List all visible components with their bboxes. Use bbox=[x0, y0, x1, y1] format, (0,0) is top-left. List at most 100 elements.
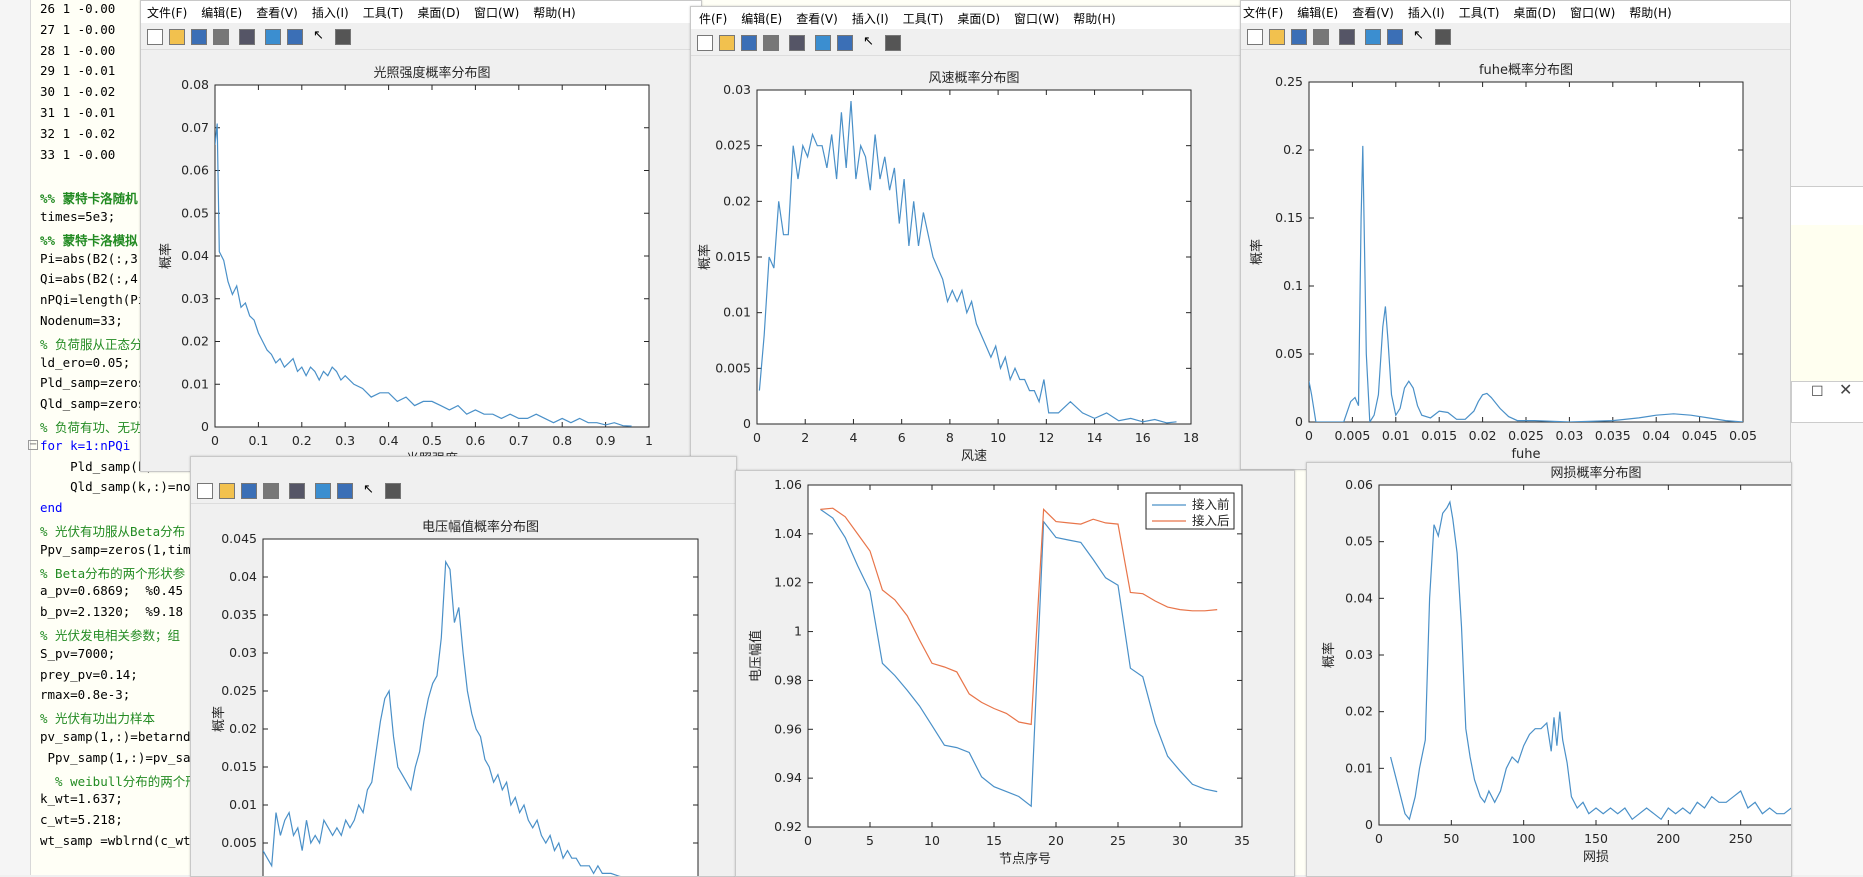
close-icon[interactable]: ✕ bbox=[1839, 380, 1852, 399]
new-file-icon[interactable] bbox=[147, 29, 163, 45]
print-icon[interactable] bbox=[213, 29, 229, 45]
y-tick-label: 0.02 bbox=[1345, 704, 1373, 719]
layout-icon[interactable] bbox=[337, 483, 353, 499]
menu-item[interactable]: 查看(V) bbox=[1352, 4, 1394, 21]
open-folder-icon[interactable] bbox=[169, 29, 185, 45]
new-file-icon[interactable] bbox=[197, 483, 213, 499]
print-icon[interactable] bbox=[763, 35, 779, 51]
figure-window-load[interactable]: 文件(F) 编辑(E) 查看(V) 插入(I) 工具(T) 桌面(D) 窗口(W) 帮助(H)… bbox=[1240, 0, 1792, 470]
y-tick-label: 1 bbox=[794, 624, 802, 639]
plot-area bbox=[1378, 484, 1791, 826]
x-tick-label: 200 bbox=[1656, 831, 1680, 846]
save-icon[interactable] bbox=[241, 483, 257, 499]
figure-window-light[interactable]: 文件(F) 编辑(E) 查看(V) 插入(I) 工具(T) 桌面(D) 窗口(W) 帮助(H)… bbox=[140, 0, 702, 472]
maximize-icon[interactable]: ☐ bbox=[1811, 384, 1824, 400]
open-folder-icon[interactable] bbox=[1269, 29, 1285, 45]
y-axis-label: 概率 bbox=[1321, 642, 1337, 668]
code-line: b_pv=2.1320; %9.18 bbox=[40, 604, 183, 620]
x-tick-label: 100 bbox=[1512, 831, 1536, 846]
menu-item[interactable]: 编辑(E) bbox=[201, 4, 242, 21]
print-preview-icon[interactable] bbox=[289, 483, 305, 499]
menu-item[interactable]: 插入(I) bbox=[852, 10, 889, 27]
menu-item[interactable]: 帮助(H) bbox=[1629, 4, 1671, 21]
y-tick-label: 0.04 bbox=[229, 569, 257, 584]
open-folder-icon[interactable] bbox=[719, 35, 735, 51]
menu-item[interactable]: 文件(F) bbox=[147, 4, 187, 21]
figure-window-loss[interactable]: 0 0.01 0.02 0.03 0.04 0.05 0.06 0 50 100 150 200 250… bbox=[1306, 462, 1792, 877]
cursor-icon[interactable]: ↖ bbox=[363, 483, 377, 497]
x-tick-label: 0.9 bbox=[596, 433, 616, 448]
print-icon[interactable] bbox=[263, 483, 279, 499]
code-line: S_pv=7000; bbox=[40, 645, 116, 661]
menu-item[interactable]: 窗口(W) bbox=[1570, 4, 1615, 21]
property-editor-icon[interactable] bbox=[1435, 29, 1451, 45]
plot-area bbox=[214, 84, 650, 428]
x-tick-label: 0.4 bbox=[379, 433, 399, 448]
open-folder-icon[interactable] bbox=[219, 483, 235, 499]
save-icon[interactable] bbox=[191, 29, 207, 45]
menu-item[interactable]: 件(F) bbox=[699, 10, 727, 27]
print-preview-icon[interactable] bbox=[1339, 29, 1355, 45]
link-icon[interactable] bbox=[815, 35, 831, 51]
property-editor-icon[interactable] bbox=[335, 29, 351, 45]
menu-item[interactable]: 窗口(W) bbox=[474, 4, 519, 21]
layout-icon[interactable] bbox=[837, 35, 853, 51]
new-file-icon[interactable] bbox=[1247, 29, 1263, 45]
menu-item[interactable]: 窗口(W) bbox=[1014, 10, 1059, 27]
cursor-icon[interactable]: ↖ bbox=[1413, 29, 1427, 43]
link-icon[interactable] bbox=[315, 483, 331, 499]
x-tick-label: 0.045 bbox=[1682, 428, 1718, 443]
layout-icon[interactable] bbox=[287, 29, 303, 45]
menu-item[interactable]: 桌面(D) bbox=[957, 10, 1000, 27]
property-editor-icon[interactable] bbox=[385, 483, 401, 499]
y-tick-label: 0.05 bbox=[1345, 534, 1373, 549]
y-tick-label: 0.02 bbox=[229, 721, 257, 736]
menu-item[interactable]: 桌面(D) bbox=[1513, 4, 1556, 21]
x-tick-label: 18 bbox=[1183, 430, 1199, 445]
code-line: 31 1 -0.01 bbox=[40, 105, 116, 120]
x-tick-label: 0.01 bbox=[1382, 428, 1410, 443]
chart-title: fuhe概率分布图 bbox=[1479, 62, 1573, 78]
new-file-icon[interactable] bbox=[697, 35, 713, 51]
y-tick-label: 0.03 bbox=[181, 291, 209, 306]
menu-item[interactable]: 帮助(H) bbox=[533, 4, 575, 21]
figure-window-voltage[interactable]: ↖ 0.005 0.01 0.015 0.02 0.025 0.03 0.035 0.04 0.… bbox=[190, 456, 737, 877]
x-tick-label: 0.2 bbox=[292, 433, 312, 448]
figure-window-wind[interactable]: 件(F) 编辑(E) 查看(V) 插入(I) 工具(T) 桌面(D) 窗口(W) 帮助(H) … bbox=[690, 6, 1244, 474]
code-line: times=5e3; bbox=[40, 209, 116, 224]
code-line: Qi=abs(B2(:,4) bbox=[40, 271, 146, 287]
print-preview-icon[interactable] bbox=[789, 35, 805, 51]
plot-area bbox=[756, 89, 1192, 425]
print-icon[interactable] bbox=[1313, 29, 1329, 45]
x-tick-label: 20 bbox=[1048, 833, 1064, 848]
link-icon[interactable] bbox=[265, 29, 281, 45]
menu-item[interactable]: 帮助(H) bbox=[1073, 10, 1115, 27]
menu-item[interactable]: 编辑(E) bbox=[1297, 4, 1338, 21]
fold-marker-icon[interactable]: − bbox=[28, 440, 38, 450]
property-editor-icon[interactable] bbox=[885, 35, 901, 51]
figure-window-nodes[interactable]: 0.92 0.94 0.96 0.98 1 1.02 1.04 1.06 0 5 10 15 20 25 3… bbox=[735, 470, 1295, 877]
print-preview-icon[interactable] bbox=[239, 29, 255, 45]
menu-item[interactable]: 文件(F) bbox=[1243, 4, 1283, 21]
layout-icon[interactable] bbox=[1387, 29, 1403, 45]
cursor-icon[interactable]: ↖ bbox=[863, 35, 877, 49]
code-line: Pld_samp(k, bbox=[40, 458, 153, 474]
save-icon[interactable] bbox=[1291, 29, 1307, 45]
menu-item[interactable]: 查看(V) bbox=[796, 10, 838, 27]
legend-label: 接入前 bbox=[1192, 497, 1230, 512]
menu-item[interactable]: 插入(I) bbox=[1408, 4, 1445, 21]
link-icon[interactable] bbox=[1365, 29, 1381, 45]
y-tick-label: 0.15 bbox=[1275, 210, 1303, 225]
menu-item[interactable]: 工具(T) bbox=[363, 4, 404, 21]
menu-item[interactable]: 查看(V) bbox=[256, 4, 298, 21]
chart-light: 0 0.01 0.02 0.03 0.04 0.05 0.06 0.07 0.08 0 0.1 0.2… bbox=[158, 65, 653, 467]
menu-item[interactable]: 工具(T) bbox=[903, 10, 944, 27]
cursor-icon[interactable]: ↖ bbox=[313, 29, 327, 43]
menu-item[interactable]: 编辑(E) bbox=[741, 10, 782, 27]
menu-item[interactable]: 桌面(D) bbox=[417, 4, 460, 21]
save-icon[interactable] bbox=[741, 35, 757, 51]
x-tick-label: 10 bbox=[924, 833, 940, 848]
menu-item[interactable]: 插入(I) bbox=[312, 4, 349, 21]
menu-item[interactable]: 工具(T) bbox=[1459, 4, 1500, 21]
code-line: % Beta分布的两个形状参 bbox=[40, 565, 186, 581]
